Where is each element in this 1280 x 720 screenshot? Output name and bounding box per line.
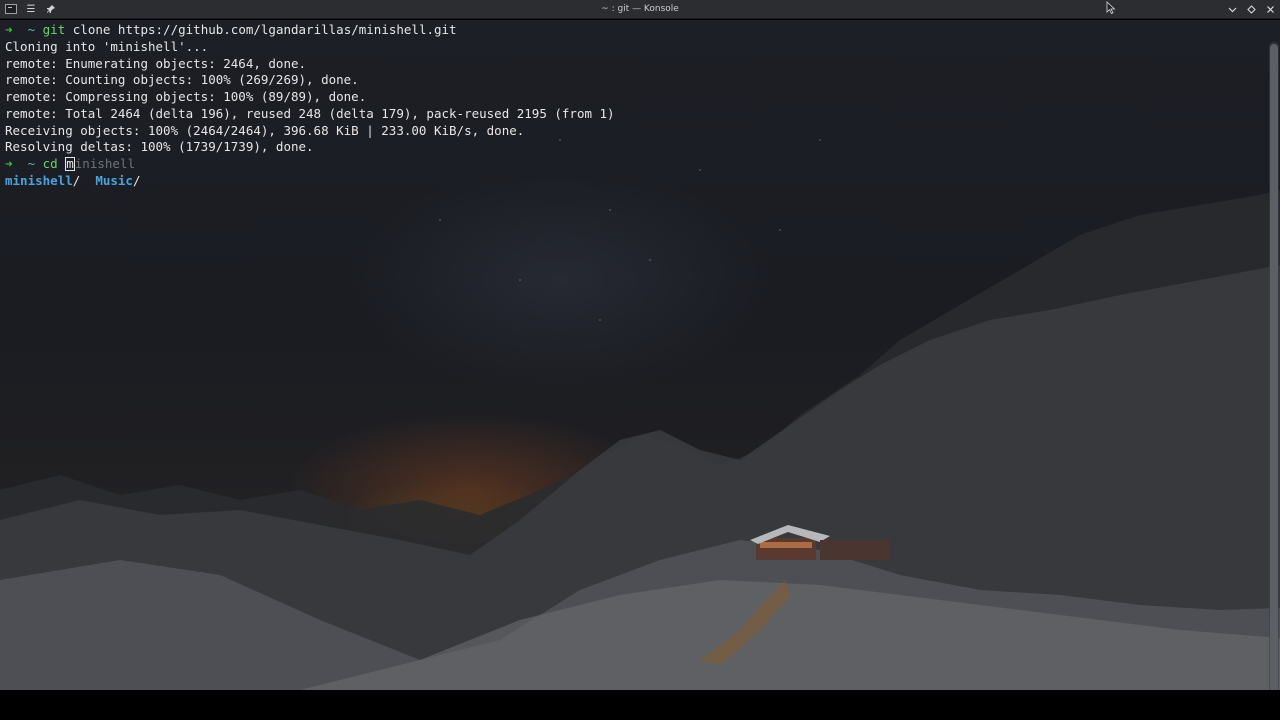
scrollbar-thumb[interactable] bbox=[1270, 44, 1278, 690]
output-line: remote: Compressing objects: 100% (89/89… bbox=[5, 89, 367, 104]
window-controls bbox=[1225, 0, 1278, 19]
screen-bottom-edge bbox=[0, 690, 1280, 720]
command-name: cd bbox=[42, 156, 58, 171]
command-name: git bbox=[42, 22, 66, 37]
terminal-view[interactable]: ➜ ~ git clone https://github.com/lgandar… bbox=[0, 20, 1280, 690]
prompt-arrow-icon: ➜ bbox=[5, 156, 13, 171]
prompt-directory: ~ bbox=[27, 22, 36, 37]
autosuggestion: inishell bbox=[74, 156, 135, 171]
output-line: remote: Enumerating objects: 2464, done. bbox=[5, 55, 307, 71]
current-command-line[interactable]: ➜ ~ cd minishell bbox=[5, 156, 1266, 173]
titlebar-left-controls: ☰ bbox=[0, 2, 58, 16]
completion-list: minishell/ Music/ bbox=[5, 173, 1266, 190]
output-line: Resolving deltas: 100% (1739/1739), done… bbox=[5, 139, 314, 155]
output-line: Receiving objects: 100% (2464/2464), 396… bbox=[5, 122, 525, 138]
command-line: ➜ ~ git clone https://github.com/lgandar… bbox=[5, 22, 1266, 39]
prompt-arrow-icon: ➜ bbox=[5, 22, 13, 37]
mouse-pointer-icon bbox=[1106, 1, 1116, 14]
text-cursor: m bbox=[65, 156, 75, 171]
prompt-directory: ~ bbox=[27, 156, 36, 171]
konsole-app-icon bbox=[4, 2, 18, 16]
completion-item-music[interactable]: Music bbox=[95, 173, 133, 188]
window-title: ~ : git — Konsole bbox=[601, 4, 679, 14]
output-line: remote: Counting objects: 100% (269/269)… bbox=[5, 72, 359, 88]
scrollbar[interactable] bbox=[1269, 42, 1279, 690]
terminal-output: ➜ ~ git clone https://github.com/lgandar… bbox=[5, 22, 1266, 190]
completion-item-minishell[interactable]: minishell bbox=[5, 173, 73, 188]
close-icon[interactable] bbox=[1263, 2, 1278, 17]
output-line: remote: Total 2464 (delta 196), reused 2… bbox=[5, 105, 615, 121]
command-args: clone https://github.com/lgandarillas/mi… bbox=[72, 22, 457, 37]
path-separator: / bbox=[72, 172, 81, 188]
pin-icon[interactable] bbox=[44, 2, 58, 16]
output-line: Cloning into 'minishell'... bbox=[5, 38, 209, 54]
path-separator: / bbox=[132, 172, 141, 188]
hamburger-menu-icon[interactable]: ☰ bbox=[24, 2, 38, 16]
maximize-icon[interactable] bbox=[1244, 2, 1259, 17]
window-titlebar[interactable]: ☰ ~ : git — Konsole bbox=[0, 0, 1280, 19]
minimize-icon[interactable] bbox=[1225, 2, 1240, 17]
